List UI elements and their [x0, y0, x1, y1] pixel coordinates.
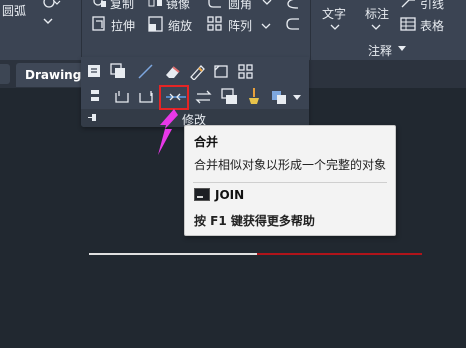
scale-icon[interactable]: [148, 16, 164, 34]
tooltip-help: 按 F1 键获得更多帮助: [194, 214, 315, 228]
ribbon: 圆弧 复制 镜像 圆角 拉伸 缩放 阵列 文字 标注 引线 表格 注释: [0, 0, 466, 60]
offset-icon[interactable]: [282, 0, 302, 9]
fillet-icon[interactable]: [207, 0, 223, 9]
erase-icon[interactable]: [163, 63, 183, 80]
mirror-icon[interactable]: [148, 0, 164, 9]
draw-order-icon[interactable]: [270, 87, 290, 107]
text-dropdown-icon[interactable]: [326, 23, 344, 33]
tooltip: 合并 合并相似对象以形成一个完整的对象 JOIN 按 F1 键获得更多帮助: [184, 125, 396, 236]
command-line-icon: [194, 188, 210, 201]
chevron-down-icon[interactable]: [34, 15, 64, 29]
copy-label[interactable]: 复制: [110, 0, 134, 12]
fillet-label[interactable]: 圆角: [228, 0, 252, 12]
annotation-arrow: [158, 109, 178, 155]
mirror-label[interactable]: 镜像: [166, 0, 190, 12]
edit-polyline-icon[interactable]: [188, 63, 206, 80]
trim-icon[interactable]: [283, 16, 303, 34]
table-label[interactable]: 表格: [420, 17, 444, 34]
break-icon[interactable]: [113, 88, 131, 106]
tooltip-divider: [193, 182, 387, 183]
tooltip-description: 合并相似对象以形成一个完整的对象: [194, 158, 387, 172]
leader-icon[interactable]: [400, 0, 416, 9]
tab-scroll-left[interactable]: [0, 64, 10, 84]
array-icon[interactable]: [207, 16, 223, 34]
draw-order-dropdown-icon[interactable]: [292, 94, 302, 102]
align-icon[interactable]: [220, 87, 240, 107]
fillet-dropdown-icon[interactable]: [261, 0, 273, 8]
reverse-icon[interactable]: [194, 88, 214, 106]
stretch-icon[interactable]: [92, 16, 108, 34]
table-icon[interactable]: [400, 17, 416, 32]
circle-dropdown-icon[interactable]: [43, 0, 61, 10]
offset-copy-icon[interactable]: [110, 63, 128, 80]
array-grid-icon[interactable]: [237, 63, 255, 80]
tab-drawing1[interactable]: Drawing1: [16, 63, 86, 87]
caret-down-icon[interactable]: [397, 44, 407, 54]
red-line-segment[interactable]: [257, 253, 422, 255]
array-label[interactable]: 阵列: [228, 17, 252, 34]
leader-label[interactable]: 引线: [420, 0, 444, 12]
arc-label[interactable]: 圆弧: [2, 2, 26, 19]
chamfer-icon[interactable]: [213, 63, 231, 80]
tooltip-command: JOIN: [215, 188, 245, 202]
stretch-label[interactable]: 拉伸: [111, 17, 135, 34]
line-edit-icon[interactable]: [137, 63, 155, 80]
dimension-label[interactable]: 标注: [365, 5, 389, 22]
dimension-dropdown-icon[interactable]: [367, 23, 385, 33]
array-dropdown-icon[interactable]: [260, 20, 272, 32]
break-at-point-icon[interactable]: [88, 88, 104, 106]
brush-icon[interactable]: [246, 86, 262, 106]
tooltip-title: 合并: [194, 135, 219, 149]
copy-icon[interactable]: [92, 0, 108, 9]
explode-icon[interactable]: [86, 63, 104, 80]
annotation-panel-label[interactable]: 注释: [368, 42, 392, 59]
scale-label[interactable]: 缩放: [168, 17, 192, 34]
text-label[interactable]: 文字: [322, 5, 346, 22]
pin-icon[interactable]: [86, 112, 100, 123]
white-line-segment[interactable]: [89, 253, 257, 255]
lengthen-icon[interactable]: [138, 88, 156, 106]
